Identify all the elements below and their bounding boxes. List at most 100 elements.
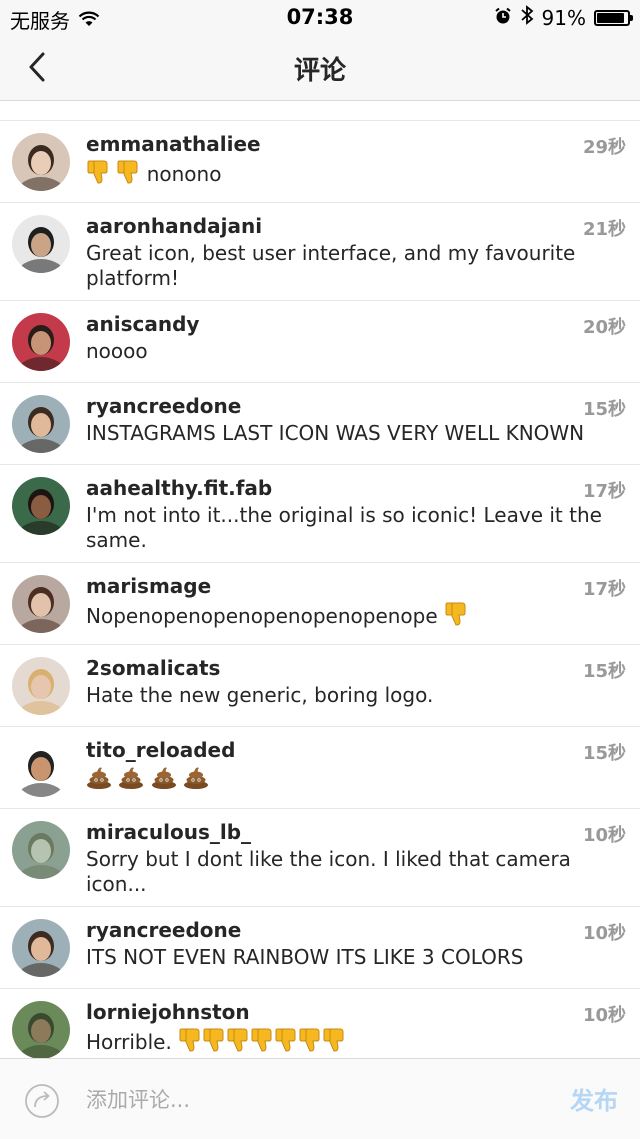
comment-text-line: Nopenopenopenopenopenopenope — [86, 601, 626, 633]
comment-content: lorniejohnston Horrible. — [86, 999, 626, 1059]
comment-text-line: nonono — [86, 159, 626, 191]
battery-percent: 91% — [541, 5, 586, 30]
comment-text-line: Horrible. — [86, 1027, 626, 1059]
comment-username[interactable]: emmanathaliee — [86, 131, 626, 157]
comment-text-line: noooo — [86, 339, 626, 364]
avatar[interactable] — [12, 395, 70, 453]
comment-content: ryancreedone ITS NOT EVEN RAINBOW ITS LIK… — [86, 917, 626, 970]
comment-text: I'm not into it...the original is so ico… — [86, 503, 602, 552]
comment-text: Hate the new generic, boring logo. — [86, 683, 434, 707]
thumbs-down-emoji-icon — [86, 159, 110, 191]
comment-timestamp: 29秒 — [582, 137, 626, 158]
alarm-icon — [494, 6, 512, 30]
comment-text: Sorry but I dont like the icon. I liked … — [86, 847, 571, 896]
poop-emoji-icon — [118, 765, 144, 795]
comment-timestamp: 10秒 — [582, 1005, 626, 1026]
battery-fill — [597, 12, 625, 23]
comment-row[interactable]: miraculous_lb_ Sorry but I dont like the … — [0, 809, 640, 907]
comment-row[interactable]: marismage Nopenopenopenopenopenopenope 17… — [0, 563, 640, 645]
comment-row[interactable]: ryancreedone INSTAGRAMS LAST ICON WAS VER… — [0, 383, 640, 465]
comment-username[interactable]: ryancreedone — [86, 917, 626, 943]
avatar[interactable] — [12, 919, 70, 977]
comment-row[interactable]: emmanathaliee nonono 29秒 — [0, 121, 640, 203]
comment-text-line: I'm not into it...the original is so ico… — [86, 503, 626, 553]
comment-content: ryancreedone INSTAGRAMS LAST ICON WAS VER… — [86, 393, 626, 446]
comment-text-line: Hate the new generic, boring logo. — [86, 683, 626, 708]
comment-row[interactable]: aaronhandajani Great icon, best user inte… — [0, 203, 640, 301]
thumbs-down-emoji-icon — [178, 1027, 202, 1059]
avatar[interactable] — [12, 215, 70, 273]
comment-row[interactable]: aniscandy noooo 20秒 — [0, 301, 640, 383]
comment-row[interactable]: lorniejohnston Horrible. 10秒 — [0, 989, 640, 1061]
thumbs-down-emoji-icon — [274, 1027, 298, 1059]
comment-row[interactable]: ryancreedone ITS NOT EVEN RAINBOW ITS LIK… — [0, 907, 640, 989]
comment-text: Great icon, best user interface, and my … — [86, 241, 576, 290]
comment-username[interactable]: aaronhandajani — [86, 213, 626, 239]
thumbs-down-emoji-icon — [202, 1027, 226, 1059]
comment-text: ITS NOT EVEN RAINBOW ITS LIKE 3 COLORS — [86, 945, 524, 969]
avatar[interactable] — [12, 657, 70, 715]
comment-timestamp: 20秒 — [582, 317, 626, 338]
poop-emoji-icon — [151, 765, 177, 795]
comment-username[interactable]: marismage — [86, 573, 626, 599]
post-button[interactable]: 发布 — [570, 1081, 618, 1116]
poop-emoji-icon — [183, 765, 209, 795]
comment-username[interactable]: aahealthy.fit.fab — [86, 475, 626, 501]
comment-text: INSTAGRAMS LAST ICON WAS VERY WELL KNOWN — [86, 421, 585, 445]
comment-text-line: Great icon, best user interface, and my … — [86, 241, 626, 291]
comment-content: aaronhandajani Great icon, best user inte… — [86, 213, 626, 291]
comment-text: Nopenopenopenopenopenopenope — [86, 604, 438, 628]
status-bar: 无服务 07:38 91% — [0, 0, 640, 34]
comment-text-line: Sorry but I dont like the icon. I liked … — [86, 847, 626, 897]
comment-content: tito_reloaded — [86, 737, 626, 795]
comment-timestamp: 15秒 — [582, 743, 626, 764]
avatar[interactable] — [12, 1001, 70, 1059]
comment-username[interactable]: 2somalicats — [86, 655, 626, 681]
avatar[interactable] — [12, 477, 70, 535]
avatar[interactable] — [12, 821, 70, 879]
comment-input[interactable] — [84, 1081, 528, 1119]
comment-input-bar: 发布 — [0, 1058, 640, 1139]
comment-row[interactable]: aahealthy.fit.fab I'm not into it...the o… — [0, 465, 640, 563]
comment-username[interactable]: lorniejohnston — [86, 999, 626, 1025]
comment-text: nonono — [146, 162, 222, 186]
comment-timestamp: 15秒 — [582, 661, 626, 682]
comment-timestamp: 10秒 — [582, 923, 626, 944]
thumbs-down-emoji-icon — [116, 159, 140, 191]
thumbs-down-emoji-icon — [226, 1027, 250, 1059]
comment-text: Horrible. — [86, 1030, 172, 1054]
comment-row[interactable]: 2somalicats Hate the new generic, boring … — [0, 645, 640, 727]
comment-text-line: INSTAGRAMS LAST ICON WAS VERY WELL KNOWN — [86, 421, 626, 446]
comment-username[interactable]: ryancreedone — [86, 393, 626, 419]
avatar[interactable] — [12, 739, 70, 797]
comment-list: emmanathaliee nonono 29秒 aaronhandajani Gre… — [0, 120, 640, 1061]
poop-emoji-icon — [86, 765, 112, 795]
nav-bar: 评论 — [0, 34, 640, 101]
thumbs-down-emoji-icon — [444, 601, 468, 633]
comment-username[interactable]: tito_reloaded — [86, 737, 626, 763]
comment-timestamp: 10秒 — [582, 825, 626, 846]
comment-content: aniscandy noooo — [86, 311, 626, 364]
thumbs-down-emoji-icon — [298, 1027, 322, 1059]
comment-row[interactable]: tito_reloaded 15秒 — [0, 727, 640, 809]
thumbs-down-emoji-icon — [322, 1027, 346, 1059]
comment-text-line — [86, 765, 626, 795]
comment-content: emmanathaliee nonono — [86, 131, 626, 191]
avatar[interactable] — [12, 313, 70, 371]
status-right: 91% — [494, 5, 633, 30]
comment-content: marismage Nopenopenopenopenopenopenope — [86, 573, 626, 633]
avatar[interactable] — [12, 133, 70, 191]
comment-timestamp: 17秒 — [582, 579, 626, 600]
comment-timestamp: 17秒 — [582, 481, 626, 502]
battery-icon — [594, 9, 633, 26]
comment-text: noooo — [86, 339, 148, 363]
avatar[interactable] — [12, 575, 70, 633]
comment-timestamp: 21秒 — [582, 219, 626, 240]
comment-text-line: ITS NOT EVEN RAINBOW ITS LIKE 3 COLORS — [86, 945, 626, 970]
comment-content: miraculous_lb_ Sorry but I dont like the … — [86, 819, 626, 897]
comment-username[interactable]: miraculous_lb_ — [86, 819, 626, 845]
comment-username[interactable]: aniscandy — [86, 311, 626, 337]
comment-content: 2somalicats Hate the new generic, boring … — [86, 655, 626, 708]
reply-arrow-icon[interactable] — [24, 1083, 60, 1119]
comment-content: aahealthy.fit.fab I'm not into it...the o… — [86, 475, 626, 553]
